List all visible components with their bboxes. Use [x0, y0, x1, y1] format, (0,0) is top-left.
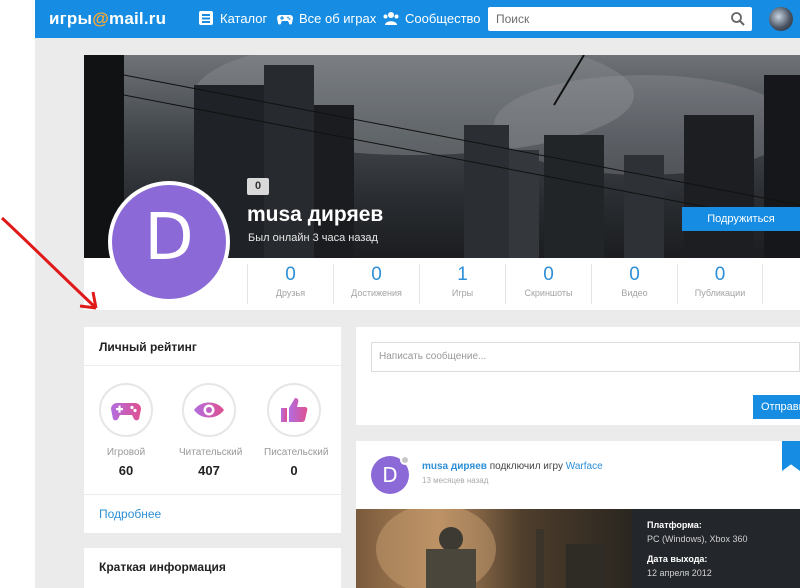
add-friend-button[interactable]: Подружиться — [682, 207, 800, 231]
stat-value: 0 — [285, 264, 296, 285]
eye-icon — [194, 402, 224, 418]
site-logo[interactable]: игры@mail.ru — [49, 9, 166, 29]
feed-action: подключил игру — [489, 461, 563, 472]
stat-label: Видео — [621, 288, 648, 298]
nav-catalog[interactable]: Каталог — [198, 10, 267, 26]
nav-about-games-label: Все об играх — [299, 10, 377, 26]
stat-value: 1 — [457, 264, 468, 285]
rating-title: Личный рейтинг — [99, 340, 197, 354]
search-input[interactable] — [488, 7, 718, 31]
feed-user-link[interactable]: musa диряев — [422, 461, 487, 472]
rating-more-link[interactable]: Подробнее — [99, 507, 161, 521]
stat-screenshots[interactable]: 0 Скриншоты — [505, 264, 591, 304]
platform-value: PC (Windows), Xbox 360 — [647, 534, 748, 544]
bookmark-icon[interactable] — [782, 441, 800, 471]
rating-gaming[interactable]: Игровой 60 — [96, 383, 156, 478]
rating-ring — [267, 383, 321, 437]
divider — [84, 365, 341, 366]
release-value: 12 апреля 2012 — [647, 568, 712, 578]
logo-part2: mail.ru — [109, 9, 167, 28]
stat-label: Друзья — [275, 288, 306, 298]
game-soldier-artwork — [376, 509, 606, 588]
thumbs-up-icon — [281, 398, 308, 422]
stat-games[interactable]: 1 Игры — [419, 264, 505, 304]
feed-timestamp: 13 месяцев назад — [422, 476, 489, 485]
stat-friends[interactable]: 0 Друзья — [247, 264, 333, 304]
nav-community[interactable]: Сообщество — [383, 10, 481, 26]
send-button[interactable]: Отправить — [753, 395, 800, 419]
stat-publications[interactable]: 0 Публикации — [677, 264, 763, 304]
profile-status: Был онлайн 3 часа назад — [248, 232, 378, 244]
rating-label: Игровой — [106, 447, 146, 458]
rating-label: Читательский — [179, 447, 243, 458]
personal-rating-panel: Личный рейтинг Игровой 60 Читательский 4… — [84, 327, 341, 533]
rating-reading[interactable]: Читательский 407 — [179, 383, 243, 478]
release-label: Дата выхода: — [647, 554, 708, 564]
rating-value: 60 — [118, 463, 134, 478]
message-input[interactable]: Написать сообщение... — [371, 342, 800, 372]
gamepad-icon — [277, 15, 293, 25]
profile-username: musa диряев — [247, 203, 384, 226]
nav-community-label: Сообщество — [405, 10, 481, 26]
online-status-dot — [400, 455, 410, 465]
stat-value: 0 — [714, 264, 726, 285]
stat-label: Скриншоты — [524, 288, 573, 298]
game-cover-image[interactable] — [356, 509, 632, 588]
community-icon — [383, 12, 399, 25]
feed-headline: musa диряев подключил игру Warface — [422, 461, 603, 472]
feed-post: D musa диряев подключил игру Warface 13 … — [356, 441, 800, 588]
platform-label: Платформа: — [647, 520, 702, 530]
stat-achievements[interactable]: 0 Достижения — [333, 264, 419, 304]
profile-stats: 0 Друзья 0 Достижения 1 Игры 0 Скриншоты 0 Ви… — [247, 264, 800, 304]
stat-video[interactable]: 0 Видео — [591, 264, 677, 304]
stat-value: 0 — [543, 264, 554, 285]
profile-avatar-letter: D — [144, 201, 194, 275]
stat-label: Достижения — [351, 288, 402, 298]
nav-catalog-label: Каталог — [220, 10, 268, 26]
game-info-box: Платформа: PC (Windows), Xbox 360 Дата в… — [632, 509, 800, 588]
stat-label: Публикации — [694, 288, 746, 298]
message-panel: Написать сообщение... Отправить — [356, 327, 800, 425]
logo-at: @ — [92, 9, 110, 28]
stat-value: 0 — [371, 264, 382, 285]
user-avatar[interactable] — [769, 7, 793, 31]
stat-value: 0 — [629, 264, 640, 285]
rating-value: 407 — [198, 463, 220, 478]
top-navigation-bar: игры@mail.ru Каталог Все об играх Сообще… — [35, 0, 800, 38]
logo-part1: игры — [49, 9, 93, 28]
annotation-arrow — [0, 216, 98, 310]
info-title: Краткая информация — [99, 560, 226, 574]
search-icon[interactable] — [730, 11, 746, 27]
level-badge: 0 — [247, 178, 269, 195]
stat-label: Игры — [451, 288, 474, 298]
gamepad-icon — [111, 403, 141, 421]
rating-ring — [182, 383, 236, 437]
rating-writing[interactable]: Писательский 0 — [264, 383, 329, 478]
rating-ring — [99, 383, 153, 437]
profile-avatar: D — [108, 181, 230, 303]
rating-value: 0 — [290, 463, 298, 478]
short-info-panel: Краткая информация — [84, 548, 341, 588]
rating-label: Писательский — [264, 447, 329, 458]
feed-game-link[interactable]: Warface — [566, 461, 603, 472]
catalog-icon — [199, 11, 213, 25]
divider — [84, 494, 341, 495]
nav-about-games[interactable]: Все об играх — [277, 10, 376, 26]
search-box — [488, 7, 752, 31]
